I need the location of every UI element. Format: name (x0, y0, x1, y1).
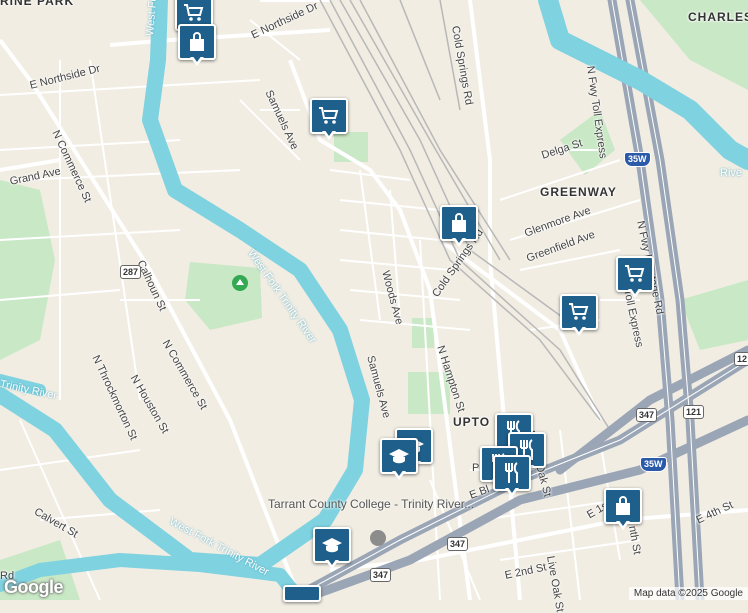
interstate-shield: 35W (624, 152, 651, 167)
shopping-bag-icon[interactable] (178, 24, 216, 68)
park-pin-icon (232, 275, 248, 291)
state-route-shield: 347 (636, 408, 658, 422)
shopping-cart-icon[interactable] (560, 294, 598, 338)
area-label: RINE PARK (0, 0, 75, 8)
area-label: UPTO (453, 415, 491, 429)
shopping-cart-icon[interactable] (310, 98, 348, 142)
area-label: CHARLES (688, 10, 748, 24)
school-icon[interactable] (313, 527, 351, 571)
google-logo: Google (4, 577, 64, 597)
shopping-bag-icon[interactable] (440, 205, 478, 249)
park-area (412, 318, 434, 348)
map-attribution[interactable]: Map data ©2025 Google (628, 587, 748, 600)
shopping-cart-icon[interactable] (616, 256, 654, 300)
interstate-shield: 35W (640, 457, 667, 472)
shopping-bag-icon[interactable] (604, 488, 642, 532)
street-label: P (472, 462, 480, 474)
college-pin-icon (370, 530, 386, 546)
state-route-shield: 347 (447, 537, 469, 551)
state-route-shield: 347 (370, 568, 392, 582)
restaurant-icon[interactable] (493, 455, 531, 499)
area-label: GREENWAY (540, 185, 617, 199)
college-label: Tarrant County College - Trinity River..… (268, 497, 475, 511)
school-icon[interactable] (380, 438, 418, 482)
route-shield: 12 (734, 352, 748, 366)
us-route-shield: 287 (120, 265, 142, 279)
water-label: Rive (720, 167, 743, 179)
state-route-shield: 121 (683, 405, 705, 419)
restaurant-icon[interactable] (283, 585, 321, 602)
